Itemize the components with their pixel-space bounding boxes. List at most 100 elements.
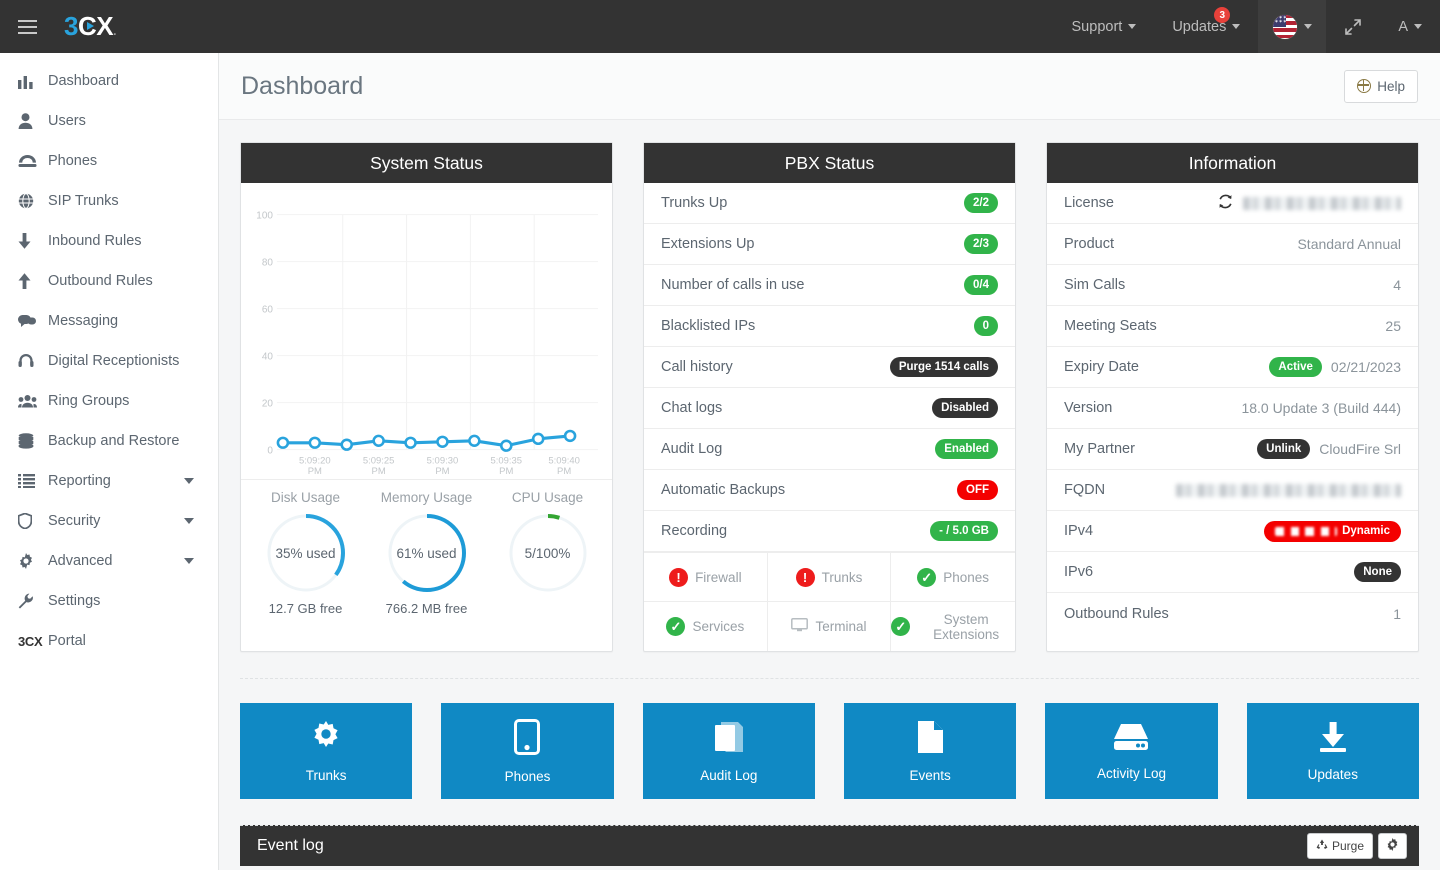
row-label: License: [1064, 195, 1114, 211]
language-selector[interactable]: ✶✶✶ ✶✶✶: [1258, 0, 1327, 53]
tile-phones[interactable]: Phones: [441, 703, 614, 799]
service-label: Firewall: [695, 569, 742, 585]
gauge-value: 35% used: [275, 545, 336, 561]
cpu-usage-gauge: CPU Usage 5/100%: [487, 490, 608, 616]
service-label: Terminal: [815, 619, 867, 634]
sidebar-item-digital-receptionists[interactable]: Digital Receptionists: [0, 341, 218, 381]
status-badge[interactable]: Enabled: [935, 439, 998, 459]
ipv6-badge[interactable]: None: [1354, 562, 1401, 582]
sidebar-item-inbound-rules[interactable]: Inbound Rules: [0, 221, 218, 261]
row-value: 18.0 Update 3 (Build 444): [1241, 400, 1401, 416]
sidebar-item-ring-groups[interactable]: Ring Groups: [0, 381, 218, 421]
status-badge[interactable]: OFF: [957, 480, 998, 500]
service-phones[interactable]: ✓ Phones: [891, 553, 1015, 602]
globe-icon: [18, 193, 48, 209]
service-services[interactable]: ✓ Services: [644, 602, 768, 651]
fullscreen-toggle[interactable]: [1326, 0, 1380, 53]
help-button[interactable]: Help: [1344, 69, 1418, 103]
chevron-down-icon[interactable]: [184, 478, 194, 484]
updates-badge: 3: [1214, 7, 1231, 23]
event-log-title: Event log: [257, 837, 324, 854]
sidebar-item-outbound-rules[interactable]: Outbound Rules: [0, 261, 218, 301]
pbx-row-calls-in-use: Number of calls in use 0/4: [644, 265, 1015, 306]
memory-usage-gauge: Memory Usage 61% used 766.2 MB free: [366, 490, 487, 616]
main-content: Dashboard Help System Status 100 80 60 4…: [219, 53, 1440, 870]
sidebar-item-users[interactable]: Users: [0, 101, 218, 141]
system-status-panel: System Status 100 80 60 40 20 0 5:09:20 …: [240, 142, 613, 652]
updates-menu[interactable]: Updates 3: [1154, 0, 1258, 53]
gauge-title: Memory Usage: [380, 490, 473, 505]
pbx-status-panel: PBX Status Trunks Up 2/2 Extensions Up 2…: [643, 142, 1016, 652]
sidebar-item-advanced[interactable]: Advanced: [0, 541, 218, 581]
refresh-icon[interactable]: [1218, 194, 1233, 213]
tile-label: Updates: [1307, 766, 1358, 782]
row-label: Trunks Up: [661, 195, 728, 211]
sidebar-item-label: Phones: [48, 153, 98, 169]
sidebar-item-security[interactable]: Security: [0, 501, 218, 541]
status-badge[interactable]: 2/3: [964, 234, 998, 254]
sidebar-item-label: Outbound Rules: [48, 273, 153, 289]
sidebar-item-label: Backup and Restore: [48, 433, 180, 449]
row-label: Expiry Date: [1064, 359, 1139, 375]
status-badge[interactable]: Active: [1269, 357, 1322, 377]
service-terminal[interactable]: Terminal: [768, 602, 892, 651]
sidebar-item-label: Portal: [48, 633, 86, 649]
gauge-ring: 61% used: [385, 511, 469, 595]
tile-label: Activity Log: [1096, 765, 1166, 781]
event-log-bar: Event log Purge: [240, 825, 1419, 866]
logo-c: C: [77, 11, 97, 41]
event-log-settings-button[interactable]: [1378, 833, 1407, 859]
tile-trunks[interactable]: Trunks: [240, 703, 413, 799]
svg-text:5:09:35: 5:09:35: [490, 455, 522, 465]
ipv4-badge[interactable]: Dynamic: [1264, 520, 1401, 542]
service-trunks[interactable]: ! Trunks: [767, 553, 892, 602]
tile-updates[interactable]: Updates: [1246, 703, 1419, 799]
sidebar-item-backup-and-restore[interactable]: Backup and Restore: [0, 421, 218, 461]
row-label: Extensions Up: [661, 236, 755, 252]
sidebar-item-phones[interactable]: Phones: [0, 141, 218, 181]
account-menu[interactable]: A: [1380, 0, 1440, 53]
disk-usage-gauge: Disk Usage 35% used 12.7 GB free: [245, 490, 366, 616]
row-label: Recording: [661, 523, 728, 539]
sidebar-nav: Dashboard Users Phones SIP Trunks Inboun…: [0, 53, 219, 870]
app-logo[interactable]: 3CX.: [64, 11, 116, 42]
wrench-icon: [18, 593, 48, 609]
service-system-extensions[interactable]: ✓ System Extensions: [891, 602, 1015, 651]
row-label: Chat logs: [661, 400, 723, 416]
ipv4-redacted: [1275, 526, 1338, 536]
chevron-down-icon[interactable]: [184, 558, 194, 564]
service-firewall[interactable]: ! Firewall: [644, 553, 768, 602]
sidebar-item-label: Settings: [48, 593, 101, 609]
sidebar-item-sip-trunks[interactable]: SIP Trunks: [0, 181, 218, 221]
tile-activity-log[interactable]: Activity Log: [1045, 703, 1218, 799]
status-badge[interactable]: 0/4: [964, 275, 998, 295]
gauge-value: 61% used: [396, 545, 457, 561]
sidebar-item-settings[interactable]: Settings: [0, 581, 218, 621]
hamburger-menu-icon[interactable]: [0, 0, 54, 53]
sidebar-item-label: Ring Groups: [48, 393, 130, 409]
logo-trademark: .: [113, 24, 116, 38]
tile-label: Events: [909, 767, 951, 783]
mobile-phone-icon: [514, 718, 541, 760]
sidebar-item-dashboard[interactable]: Dashboard: [0, 61, 218, 101]
fqdn-redacted: [1176, 483, 1401, 497]
tile-audit-log[interactable]: Audit Log: [642, 703, 815, 799]
status-badge[interactable]: 0: [973, 316, 998, 336]
support-menu[interactable]: Support: [1054, 0, 1155, 53]
dashboard-panels: System Status 100 80 60 40 20 0 5:09:20 …: [219, 120, 1440, 652]
chevron-down-icon: [1232, 24, 1241, 29]
sidebar-item-messaging[interactable]: Messaging: [0, 301, 218, 341]
chevron-down-icon[interactable]: [184, 518, 194, 524]
event-log-purge-button[interactable]: Purge: [1306, 833, 1373, 859]
status-badge[interactable]: 2/2: [964, 193, 998, 213]
status-badge[interactable]: - / 5.0 GB: [930, 521, 998, 541]
purge-calls-button[interactable]: Purge 1514 calls: [889, 357, 998, 377]
row-label: IPv6: [1064, 564, 1094, 580]
unlink-button[interactable]: Unlink: [1257, 439, 1311, 459]
svg-text:PM: PM: [499, 466, 513, 476]
info-row-ipv6: IPv6 None: [1047, 552, 1418, 593]
tile-events[interactable]: Events: [843, 703, 1017, 799]
sidebar-item-reporting[interactable]: Reporting: [0, 461, 218, 501]
status-badge[interactable]: Disabled: [932, 398, 998, 418]
sidebar-item-portal[interactable]: 3CX Portal: [0, 621, 218, 661]
